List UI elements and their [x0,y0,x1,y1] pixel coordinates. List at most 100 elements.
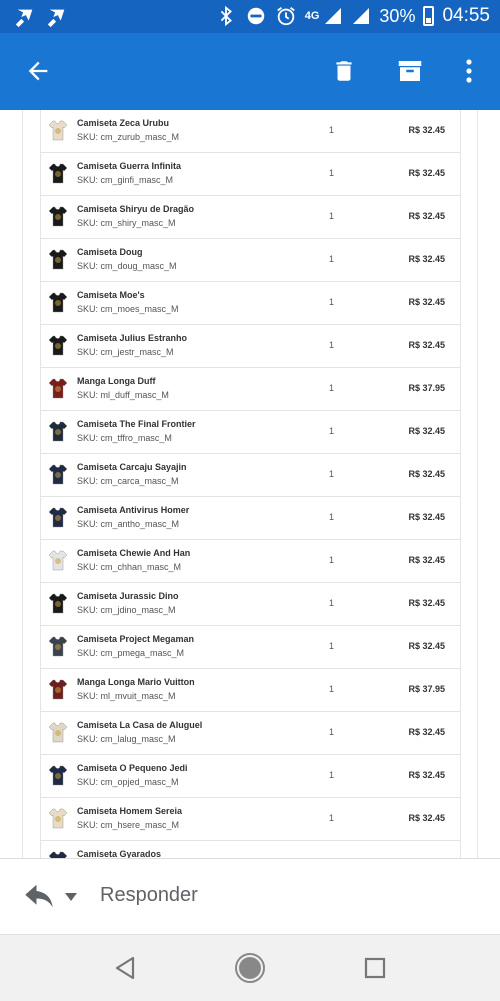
order-item-row: Camiseta Jurassic Dino SKU: cm_jdino_masc… [41,583,460,626]
delete-icon [336,61,352,81]
product-quantity: 1 [329,555,335,565]
delete-button[interactable] [326,53,362,89]
product-name[interactable]: Camiseta Gyarados [77,849,161,858]
shirt-thumbnail [48,464,68,485]
product-name[interactable]: Camiseta Shiryu de Dragão [77,204,194,214]
product-name[interactable]: Camiseta Julius Estranho [77,333,187,343]
shirt-thumbnail [48,335,68,356]
signal-icon [353,8,370,24]
product-sku: SKU: cm_pmega_masc_M [77,648,185,658]
shirt-thumbnail [48,249,68,270]
back-button[interactable] [20,53,56,89]
frame-border [22,110,23,858]
app-icon-1 [15,9,33,28]
product-sku: SKU: cm_opjed_masc_M [77,777,179,787]
shirt-thumbnail [48,851,68,858]
shirt-thumbnail [48,507,68,528]
product-sku: SKU: cm_zurub_masc_M [77,132,180,142]
product-sku: SKU: cm_jdino_masc_M [77,605,176,615]
order-item-row: Camiseta Gyarados [41,841,460,858]
product-name[interactable]: Camiseta Moe's [77,290,145,300]
product-name[interactable]: Camiseta Antivirus Homer [77,505,189,515]
product-quantity: 1 [329,598,335,608]
product-price: R$ 32.45 [408,512,445,522]
product-price: R$ 32.45 [408,426,445,436]
product-quantity: 1 [329,469,335,479]
shirt-thumbnail [48,593,68,614]
shirt-thumbnail [48,120,68,141]
product-price: R$ 32.45 [408,770,445,780]
product-price: R$ 37.95 [408,684,445,694]
back-triangle-icon [115,956,135,980]
product-name[interactable]: Camiseta Doug [77,247,143,257]
network-type: 4G [304,10,320,22]
recents-square-icon [364,957,386,979]
order-item-row: Camiseta Antivirus Homer SKU: cm_antho_ma… [41,497,460,540]
order-item-row: Camiseta Chewie And Han SKU: cm_chhan_mas… [41,540,460,583]
product-price: R$ 32.45 [408,598,445,608]
alarm-icon [276,7,295,26]
product-sku: SKU: cm_chhan_masc_M [77,562,182,572]
order-item-row: Camiseta Project Megaman SKU: cm_pmega_ma… [41,626,460,669]
back-nav-button[interactable] [109,952,141,984]
app-bar [0,33,500,110]
order-item-row: Camiseta Shiryu de Dragão SKU: cm_shiry_m… [41,196,460,239]
product-name[interactable]: Camiseta Homem Sereia [77,806,182,816]
clock: 04:55 [442,5,490,26]
bluetooth-icon [220,5,232,27]
product-sku: SKU: ml_mvuit_masc_M [77,691,176,701]
product-name[interactable]: Camiseta Project Megaman [77,634,194,644]
order-item-row: Camiseta Guerra Infinita SKU: cm_ginfi_ma… [41,153,460,196]
shirt-thumbnail [48,636,68,657]
product-name[interactable]: Camiseta Guerra Infinita [77,161,181,171]
shirt-thumbnail [48,679,68,700]
archive-icon [398,61,422,81]
product-name[interactable]: Camiseta Zeca Urubu [77,118,169,128]
product-name[interactable]: Camiseta Carcaju Sayajin [77,462,187,472]
dropdown-icon[interactable] [64,892,78,902]
product-name[interactable]: Camiseta The Final Frontier [77,419,196,429]
product-quantity: 1 [329,426,335,436]
order-items-table: Camiseta Zeca Urubu SKU: cm_zurub_masc_M 1… [40,110,461,858]
shirt-thumbnail [48,292,68,313]
product-name[interactable]: Manga Longa Mario Vuitton [77,677,195,687]
product-price: R$ 32.45 [408,168,445,178]
home-nav-button[interactable] [234,952,266,984]
reply-bar: Responder [0,858,500,935]
product-price: R$ 32.45 [408,813,445,823]
product-sku: SKU: cm_jestr_masc_M [77,347,174,357]
reply-button[interactable]: Responder [100,884,198,907]
archive-button[interactable] [392,53,428,89]
product-price: R$ 32.45 [408,254,445,264]
shirt-thumbnail [48,808,68,829]
status-bar: 4G 30% 04:55 [0,0,500,33]
reply-icon[interactable] [24,883,54,909]
order-item-row: Camiseta Julius Estranho SKU: cm_jestr_ma… [41,325,460,368]
product-sku: SKU: cm_tffro_masc_M [77,433,172,443]
recents-nav-button[interactable] [359,952,391,984]
frame-border [477,110,478,858]
product-sku: SKU: cm_carca_masc_M [77,476,179,486]
order-item-row: Camiseta Zeca Urubu SKU: cm_zurub_masc_M 1… [41,110,460,153]
product-quantity: 1 [329,383,335,393]
email-body[interactable]: Camiseta Zeca Urubu SKU: cm_zurub_masc_M 1… [0,110,500,858]
product-quantity: 1 [329,125,335,135]
product-name[interactable]: Camiseta Chewie And Han [77,548,190,558]
product-quantity: 1 [329,727,335,737]
product-name[interactable]: Manga Longa Duff [77,376,156,386]
product-price: R$ 32.45 [408,727,445,737]
product-name[interactable]: Camiseta Jurassic Dino [77,591,179,601]
shirt-thumbnail [48,765,68,786]
product-name[interactable]: Camiseta La Casa de Aluguel [77,720,202,730]
more-options-button[interactable] [451,53,487,89]
product-price: R$ 32.45 [408,469,445,479]
order-item-row: Camiseta Doug SKU: cm_doug_masc_M 1 R$ 32.4… [41,239,460,282]
product-price: R$ 32.45 [408,211,445,221]
product-price: R$ 37.95 [408,383,445,393]
home-circle-icon [235,953,265,983]
shirt-thumbnail [48,163,68,184]
signal-icon [325,8,342,24]
product-sku: SKU: cm_antho_masc_M [77,519,180,529]
product-name[interactable]: Camiseta O Pequeno Jedi [77,763,188,773]
app-icon-2 [47,9,65,28]
